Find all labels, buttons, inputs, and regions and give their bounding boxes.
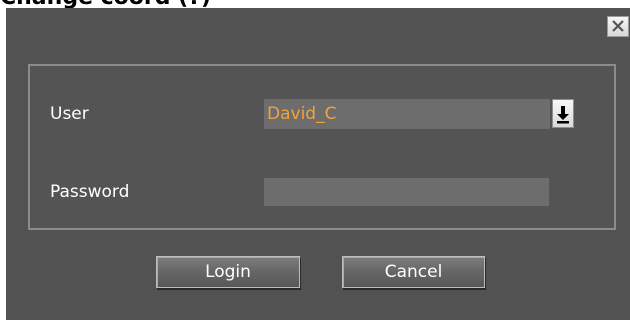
user-dropdown-button[interactable] [552,99,574,128]
password-field[interactable] [264,178,549,206]
user-label: User [50,104,89,124]
close-icon [608,17,628,36]
user-field[interactable]: David_C [264,99,550,129]
page: Change coord (?) User David_C Password [0,0,630,320]
password-label: Password [50,182,130,202]
login-button[interactable]: Login [156,256,300,288]
cancel-button[interactable]: Cancel [342,256,485,288]
close-button[interactable] [607,16,629,37]
download-arrow-icon [553,100,573,127]
login-dialog: User David_C Password Login Cancel [6,8,630,320]
